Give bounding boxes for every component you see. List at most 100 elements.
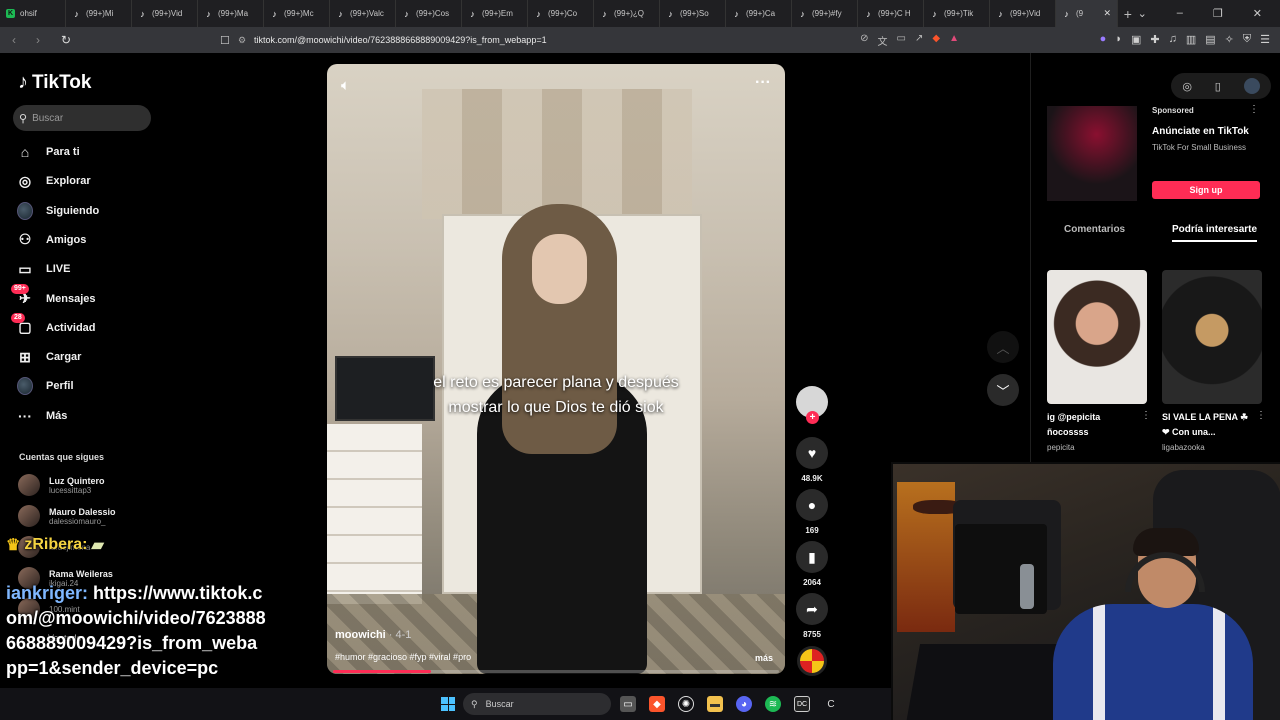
compass-icon[interactable]: ◎ — [1182, 80, 1192, 93]
translate-icon[interactable]: 文 — [878, 33, 888, 48]
phone-icon[interactable]: ▯ — [1215, 80, 1221, 93]
sidebar-item-para-ti[interactable]: ⌂ Para ti — [17, 144, 80, 160]
heart-icon[interactable]: ♥ — [796, 437, 828, 469]
card-title[interactable]: ig @pepicita ñocossss — [1047, 410, 1137, 440]
site-info-icon[interactable]: ⚙ — [238, 35, 254, 46]
brave-icon[interactable]: ◆ — [649, 696, 665, 712]
wallet-icon[interactable]: ▤ — [1205, 33, 1215, 46]
browser-tab[interactable]: ♪ (99+)Mc — [264, 0, 330, 27]
ad-thumbnail[interactable] — [1047, 106, 1137, 201]
browser-tab[interactable]: ♪ (99+)Ma — [198, 0, 264, 27]
browser-tab[interactable]: ♪ (99+)¿Q — [594, 0, 660, 27]
browser-tab[interactable]: ♪ (99+)C H — [858, 0, 924, 27]
previous-video-button[interactable]: ︿ — [987, 331, 1019, 363]
browser-tab[interactable]: ♪ (99+)So — [660, 0, 726, 27]
music-icon[interactable]: ♫ — [1169, 33, 1177, 46]
task-view-icon[interactable]: ▭ — [620, 696, 636, 712]
author-name[interactable]: moowichi — [335, 629, 386, 641]
bookmark-icon[interactable]: ▮ — [796, 541, 828, 573]
browser-tab[interactable]: ♪ (99+)Valc — [330, 0, 396, 27]
following-account[interactable]: Mauro Dalessio dalessiomauro_ — [18, 505, 116, 527]
vpn-icon[interactable]: ⛨ — [1243, 33, 1251, 46]
tiktok-logo[interactable]: ♪ TikTok — [18, 71, 91, 94]
tab-comments[interactable]: Comentarios — [1064, 224, 1125, 235]
sidebar-item-siguiendo[interactable]: Siguiendo — [17, 201, 99, 220]
share-action[interactable]: ➦ 8755 — [793, 593, 831, 639]
sidebar-item-perfil[interactable]: Perfil — [17, 377, 74, 396]
video-thumbnail[interactable] — [1162, 270, 1262, 404]
audio-icon[interactable]: ◗ — [1115, 33, 1122, 46]
browser-tab[interactable]: ♪ (99+)Vid — [990, 0, 1056, 27]
windows-start-icon[interactable] — [441, 697, 455, 711]
comment-action[interactable]: ● 169 — [793, 489, 831, 535]
card-more-icon[interactable]: ⋮ — [1256, 410, 1266, 421]
tab-suggested[interactable]: Podría interesarte — [1172, 224, 1258, 242]
search-input[interactable]: ⚲ Buscar — [13, 105, 151, 131]
eye-off-icon[interactable]: ⊘ — [860, 33, 868, 48]
browser-tab[interactable]: ♪ (99+)Co — [528, 0, 594, 27]
forward-icon[interactable]: › — [28, 33, 48, 47]
ccleaner-icon[interactable]: C — [823, 696, 839, 712]
rewards-icon[interactable]: ▲ — [949, 33, 959, 48]
bookmark-icon[interactable]: ☐ — [220, 34, 238, 47]
new-tab-button[interactable]: + — [1118, 6, 1138, 22]
sidebar-item-mensajes[interactable]: ✈ 99+ Mensajes — [11, 283, 96, 307]
video-hashtags[interactable]: #humor #gracioso #fyp #viral #pro — [335, 652, 471, 662]
browser-tab[interactable]: ♪ (99+)Vid — [132, 0, 198, 27]
minimize-icon[interactable]: – — [1177, 7, 1183, 20]
tab-search-icon[interactable]: ⌄ — [1138, 7, 1147, 20]
sidebar-item-explorar[interactable]: ◎ Explorar — [17, 173, 91, 189]
avatar[interactable] — [18, 505, 40, 527]
folder-icon[interactable]: ▬ — [707, 696, 723, 712]
video-player[interactable]: 🔈︎ ··· el reto es parecer plana y despué… — [327, 64, 785, 674]
browser-tab[interactable]: ♪ (99+)Em — [462, 0, 528, 27]
browser-tab[interactable]: Kohsif — [0, 0, 66, 27]
close-tab-icon[interactable]: ✕ — [1103, 8, 1111, 19]
extension-icon[interactable]: ● — [1100, 33, 1107, 46]
video-author[interactable]: moowichi · 4-1 — [335, 629, 411, 641]
sidebar-item-actividad[interactable]: ▢ 28 Actividad — [11, 312, 96, 336]
music-disc-icon[interactable] — [797, 646, 827, 676]
avatar[interactable]: + — [796, 386, 828, 424]
card-author[interactable]: pepicita — [1047, 443, 1147, 452]
screenshot-icon[interactable]: ▣ — [1131, 33, 1141, 46]
share-icon[interactable]: ↗ — [915, 33, 923, 48]
browser-tab[interactable]: ♪ (99+)Tik — [924, 0, 990, 27]
app-icon[interactable]: DC — [794, 696, 810, 712]
comment-icon[interactable]: ● — [796, 489, 828, 521]
follow-plus-icon[interactable]: + — [806, 411, 819, 424]
browser-tab[interactable]: ♪ (9 ✕ — [1056, 0, 1118, 27]
card-more-icon[interactable]: ⋮ — [1141, 410, 1151, 421]
sidebar-item-live[interactable]: ▭ LIVE — [17, 261, 70, 277]
sidebar-icon[interactable]: ▥ — [1186, 33, 1196, 46]
taskbar-search[interactable]: ⚲ Buscar — [463, 693, 611, 715]
close-window-icon[interactable]: ✕ — [1253, 7, 1262, 20]
share-arrow-icon[interactable]: ➦ — [796, 593, 828, 625]
sidebar-item-más[interactable]: ··· Más — [17, 408, 67, 424]
card-title[interactable]: SI VALE LA PENA ☘ ❤ Con una... — [1162, 410, 1252, 440]
avatar[interactable] — [18, 474, 40, 496]
avatar[interactable] — [1243, 78, 1260, 94]
browser-tab[interactable]: ♪ (99+)Mi — [66, 0, 132, 27]
video-thumbnail[interactable] — [1047, 270, 1147, 404]
brave-shield-icon[interactable]: ◆ — [932, 33, 940, 48]
url-text[interactable]: tiktok.com/@moowichi/video/7623888668889… — [254, 35, 547, 45]
suggested-video-card[interactable]: SI VALE LA PENA ☘ ❤ Con una... ligabazoo… — [1162, 270, 1266, 452]
leo-icon[interactable]: ✧ — [1225, 33, 1234, 46]
card-author[interactable]: ligabazooka — [1162, 443, 1262, 452]
next-video-button[interactable]: ﹀ — [987, 374, 1019, 406]
restore-icon[interactable]: ❐ — [1213, 7, 1223, 20]
more-options-icon[interactable]: ··· — [755, 74, 771, 92]
chatgpt-icon[interactable]: ✺ — [678, 696, 694, 712]
puzzle-icon[interactable]: ✚ — [1150, 33, 1159, 46]
save-action[interactable]: ▮ 2064 — [793, 541, 831, 587]
cast-icon[interactable]: ▭ — [897, 33, 906, 48]
volume-icon[interactable]: 🔈︎ — [341, 77, 350, 94]
creator-avatar-action[interactable]: + — [793, 386, 831, 424]
like-action[interactable]: ♥ 48.9K — [793, 437, 831, 483]
browser-tab[interactable]: ♪ (99+)Ca — [726, 0, 792, 27]
expand-description-link[interactable]: más — [755, 653, 773, 663]
browser-tab[interactable]: ♪ (99+)Cos — [396, 0, 462, 27]
menu-icon[interactable]: ☰ — [1260, 33, 1270, 46]
back-icon[interactable]: ‹ — [4, 33, 24, 47]
